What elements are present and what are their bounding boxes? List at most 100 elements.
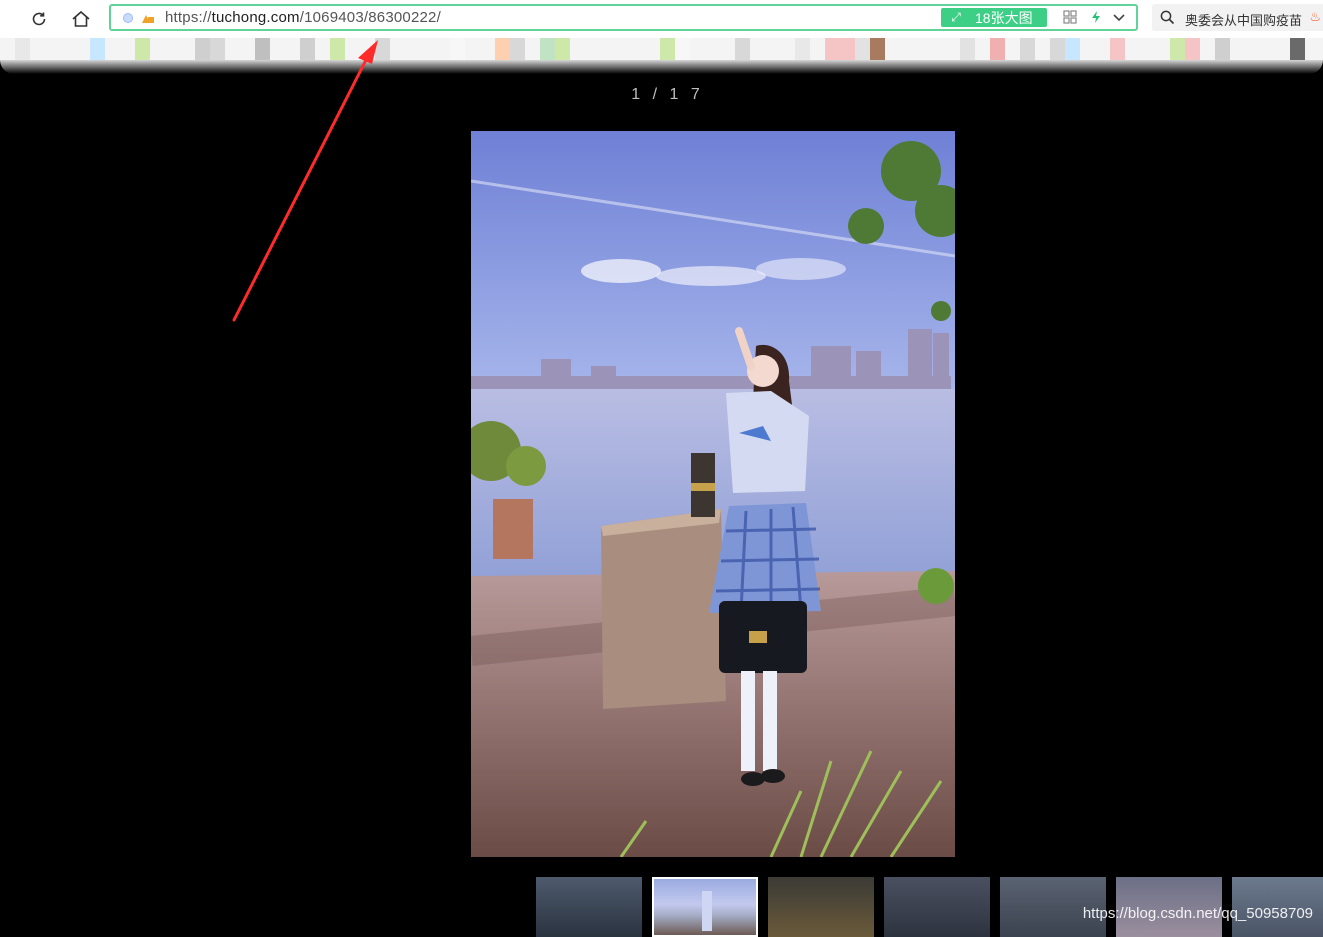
bookmark-item[interactable] [450, 38, 465, 60]
bookmark-item[interactable] [90, 38, 105, 60]
bookmark-item[interactable] [1110, 38, 1125, 60]
bookmark-item[interactable] [750, 38, 765, 60]
bookmark-item[interactable] [1170, 38, 1185, 60]
bookmark-item[interactable] [930, 38, 945, 60]
bookmark-item[interactable] [525, 38, 540, 60]
bookmark-item[interactable] [240, 38, 255, 60]
bookmark-item[interactable] [600, 38, 615, 60]
bookmark-item[interactable] [120, 38, 135, 60]
bookmark-item[interactable] [345, 38, 360, 60]
bookmark-item[interactable] [1035, 38, 1050, 60]
bookmark-item[interactable] [825, 38, 840, 60]
bookmark-item[interactable] [330, 38, 345, 60]
bookmark-item[interactable] [1305, 38, 1320, 60]
bookmark-item[interactable] [300, 38, 315, 60]
bookmark-item[interactable] [270, 38, 285, 60]
bookmark-item[interactable] [900, 38, 915, 60]
thumbnail-4[interactable] [884, 877, 990, 937]
bookmark-item[interactable] [210, 38, 225, 60]
bookmark-item[interactable] [150, 38, 165, 60]
bookmark-item[interactable] [225, 38, 240, 60]
bookmark-item[interactable] [495, 38, 510, 60]
bookmark-item[interactable] [180, 38, 195, 60]
bookmark-item[interactable] [1125, 38, 1140, 60]
bookmark-item[interactable] [315, 38, 330, 60]
big-picture-button[interactable]: ⤢ 18张大图 [941, 8, 1047, 27]
bolt-icon[interactable] [1089, 10, 1103, 24]
bookmark-item[interactable] [0, 38, 15, 60]
bookmark-item[interactable] [45, 38, 60, 60]
bookmark-item[interactable] [420, 38, 435, 60]
bookmark-item[interactable] [1185, 38, 1200, 60]
bookmark-item[interactable] [1020, 38, 1035, 60]
bookmark-item[interactable] [1230, 38, 1245, 60]
search-suggestion[interactable]: 奥委会从中国购疫苗 [1185, 10, 1302, 29]
bookmark-item[interactable] [15, 38, 30, 60]
url-text[interactable]: https://tuchong.com/1069403/86300222/ [165, 9, 441, 26]
home-button[interactable] [68, 6, 94, 32]
bookmark-item[interactable] [660, 38, 675, 60]
bookmarks-bar[interactable] [0, 38, 1323, 60]
bookmark-item[interactable] [540, 38, 555, 60]
bookmark-item[interactable] [1050, 38, 1065, 60]
bookmark-item[interactable] [585, 38, 600, 60]
bookmark-item[interactable] [990, 38, 1005, 60]
bookmark-item[interactable] [675, 38, 690, 60]
bookmark-item[interactable] [165, 38, 180, 60]
refresh-button[interactable] [26, 6, 52, 32]
bookmark-item[interactable] [765, 38, 780, 60]
bookmark-item[interactable] [465, 38, 480, 60]
thumbnail-3[interactable] [768, 877, 874, 937]
bookmark-item[interactable] [1200, 38, 1215, 60]
bookmark-item[interactable] [285, 38, 300, 60]
bookmark-item[interactable] [855, 38, 870, 60]
bookmark-item[interactable] [975, 38, 990, 60]
bookmark-item[interactable] [735, 38, 750, 60]
bookmark-item[interactable] [720, 38, 735, 60]
bookmark-item[interactable] [690, 38, 705, 60]
site-info-icon[interactable] [123, 13, 133, 23]
bookmark-item[interactable] [555, 38, 570, 60]
main-photo[interactable] [471, 131, 955, 857]
bookmark-item[interactable] [135, 38, 150, 60]
search-box[interactable]: 奥委会从中国购疫苗 ♨ [1152, 4, 1323, 31]
thumbnail-1[interactable] [536, 877, 642, 937]
bookmark-item[interactable] [1245, 38, 1260, 60]
bookmark-item[interactable] [435, 38, 450, 60]
qr-icon[interactable] [1063, 10, 1077, 24]
bookmark-item[interactable] [1095, 38, 1110, 60]
bookmark-item[interactable] [570, 38, 585, 60]
bookmark-item[interactable] [615, 38, 630, 60]
bookmark-item[interactable] [885, 38, 900, 60]
bookmark-item[interactable] [1215, 38, 1230, 60]
bookmark-item[interactable] [1065, 38, 1080, 60]
bookmark-item[interactable] [195, 38, 210, 60]
bookmark-item[interactable] [1155, 38, 1170, 60]
thumbnail-2[interactable] [652, 877, 758, 937]
bookmark-item[interactable] [390, 38, 405, 60]
bookmark-item[interactable] [405, 38, 420, 60]
bookmark-item[interactable] [780, 38, 795, 60]
bookmark-item[interactable] [960, 38, 975, 60]
bookmark-item[interactable] [1275, 38, 1290, 60]
bookmark-item[interactable] [840, 38, 855, 60]
bookmark-item[interactable] [810, 38, 825, 60]
secure-icon[interactable] [141, 12, 155, 24]
bookmark-item[interactable] [645, 38, 660, 60]
bookmark-item[interactable] [1260, 38, 1275, 60]
bookmark-item[interactable] [375, 38, 390, 60]
bookmark-item[interactable] [30, 38, 45, 60]
bookmark-item[interactable] [705, 38, 720, 60]
bookmark-item[interactable] [870, 38, 885, 60]
bookmark-item[interactable] [1080, 38, 1095, 60]
bookmark-item[interactable] [75, 38, 90, 60]
bookmark-item[interactable] [1140, 38, 1155, 60]
bookmark-item[interactable] [1290, 38, 1305, 60]
bookmark-item[interactable] [360, 38, 375, 60]
bookmark-item[interactable] [480, 38, 495, 60]
bookmark-item[interactable] [510, 38, 525, 60]
bookmark-item[interactable] [795, 38, 810, 60]
address-bar[interactable]: https://tuchong.com/1069403/86300222/ ⤢ … [109, 4, 1138, 31]
bookmark-item[interactable] [105, 38, 120, 60]
chevron-down-icon[interactable] [1112, 10, 1126, 24]
